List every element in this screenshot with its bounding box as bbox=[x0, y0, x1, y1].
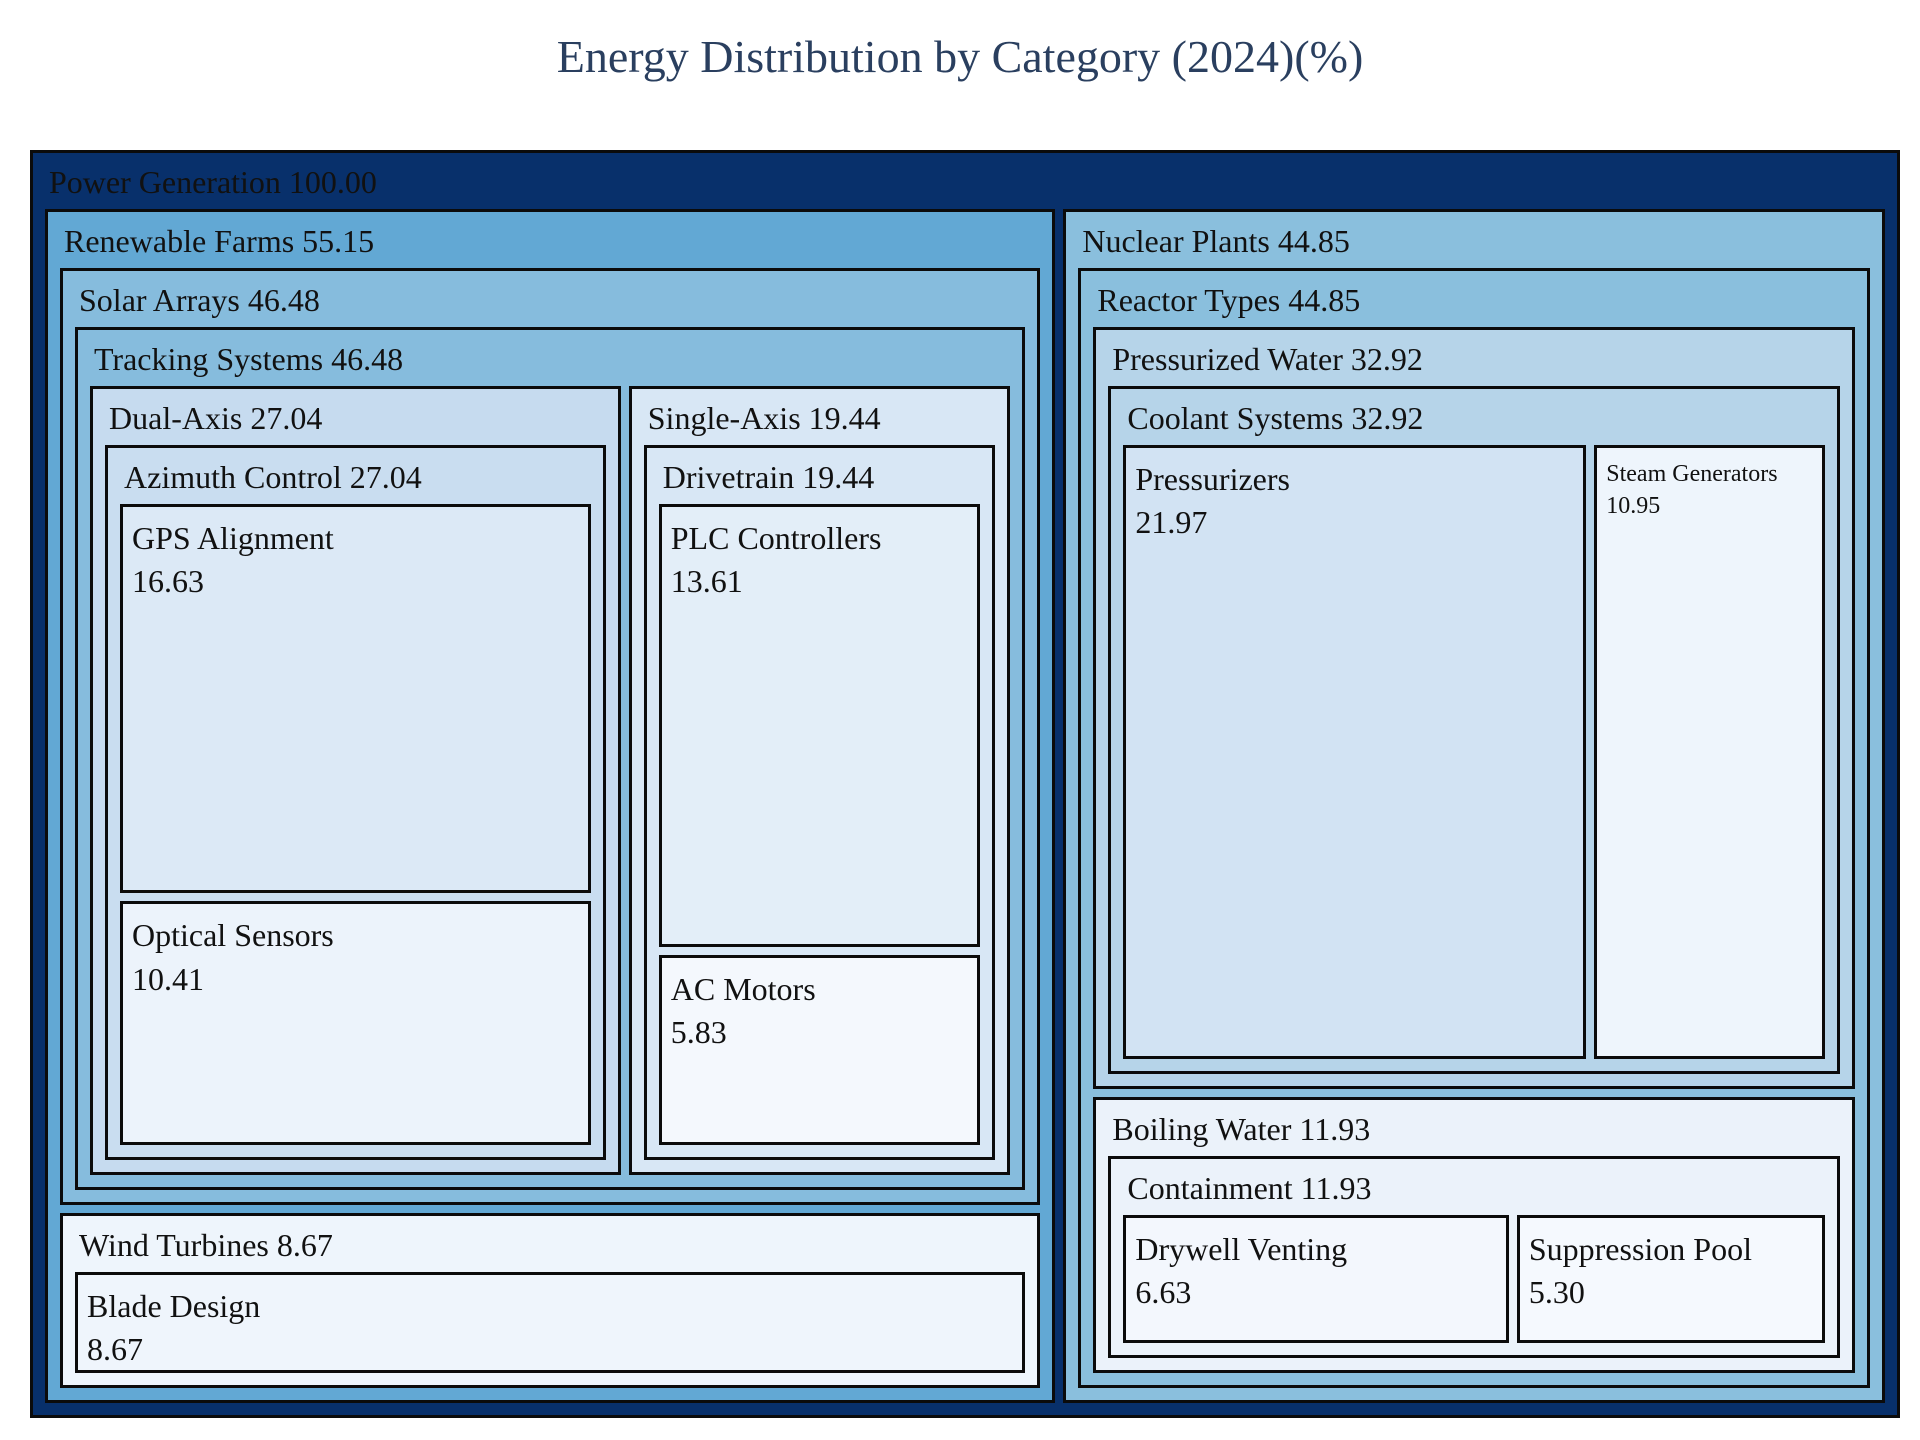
treemap-node-steam-generators[interactable]: Steam Generators 10.95 bbox=[1594, 445, 1825, 1059]
node-name: Pressurized Water bbox=[1112, 341, 1343, 377]
treemap-node-plc-controllers[interactable]: PLC Controllers 13.61 bbox=[658, 504, 981, 948]
treemap-label: Containment 11.93 bbox=[1127, 1167, 1371, 1210]
treemap-label: Wind Turbines 8.67 bbox=[79, 1224, 333, 1267]
node-value: 6.63 bbox=[1135, 1274, 1192, 1311]
node-name: Tracking Systems bbox=[94, 341, 324, 377]
node-name: Nuclear Plants bbox=[1082, 223, 1270, 259]
treemap-label: Single-Axis 19.44 bbox=[648, 397, 881, 440]
node-value: 32.92 bbox=[1351, 400, 1424, 436]
treemap-label: AC Motors 5.83 bbox=[671, 968, 816, 1054]
node-name: Coolant Systems bbox=[1127, 400, 1344, 436]
treemap-label: Solar Arrays 46.48 bbox=[79, 279, 320, 322]
node-value: 100.00 bbox=[288, 164, 377, 200]
treemap: Power Generation 100.00 Renewable Farms 5… bbox=[0, 0, 1920, 1440]
treemap-label: Steam Generators 10.95 bbox=[1606, 458, 1777, 523]
node-value: 5.83 bbox=[670, 1014, 727, 1051]
treemap-label: Dual-Axis 27.04 bbox=[109, 397, 322, 440]
treemap-node-drywell-venting[interactable]: Drywell Venting 6.63 bbox=[1123, 1214, 1509, 1343]
node-value: 19.44 bbox=[808, 400, 881, 436]
node-name: Containment bbox=[1127, 1169, 1293, 1206]
node-name: Blade Design bbox=[87, 1288, 261, 1325]
node-value: 27.04 bbox=[349, 459, 422, 495]
node-name: AC Motors bbox=[670, 971, 816, 1008]
node-value: 46.48 bbox=[247, 282, 320, 318]
node-value: 16.63 bbox=[132, 563, 204, 600]
treemap-label: Drivetrain 19.44 bbox=[663, 456, 875, 499]
treemap-label: Tracking Systems 46.48 bbox=[94, 338, 403, 381]
treemap-label: Power Generation 100.00 bbox=[49, 161, 377, 204]
node-value: 21.97 bbox=[1135, 504, 1208, 541]
node-name: Wind Turbines bbox=[79, 1227, 269, 1264]
node-name: Drivetrain bbox=[662, 459, 795, 495]
node-value: 19.44 bbox=[802, 459, 875, 495]
node-name: Drywell Venting bbox=[1135, 1230, 1348, 1267]
node-name: Suppression Pool bbox=[1528, 1230, 1752, 1267]
treemap-label: Boiling Water 11.93 bbox=[1112, 1108, 1370, 1151]
treemap-label: Azimuth Control 27.04 bbox=[124, 456, 422, 499]
node-name: Renewable Farms bbox=[64, 223, 295, 259]
node-value: 27.04 bbox=[250, 400, 323, 436]
treemap-label: Pressurized Water 32.92 bbox=[1112, 338, 1423, 381]
node-value: 8.67 bbox=[276, 1227, 333, 1264]
treemap-label: Drywell Venting 6.63 bbox=[1135, 1228, 1347, 1314]
node-name: Boiling Water bbox=[1112, 1110, 1292, 1147]
treemap-label: Reactor Types 44.85 bbox=[1097, 279, 1360, 322]
node-value: 32.92 bbox=[1350, 341, 1423, 377]
node-name: Optical Sensors bbox=[132, 917, 334, 954]
treemap-label: Nuclear Plants 44.85 bbox=[1082, 220, 1350, 263]
node-name: Single-Axis bbox=[647, 400, 801, 436]
node-name: Steam Generators bbox=[1606, 461, 1778, 487]
treemap-node-pressurizers[interactable]: Pressurizers 21.97 bbox=[1123, 445, 1587, 1059]
node-name: Pressurizers bbox=[1135, 461, 1290, 497]
treemap-node-blade-design[interactable]: Blade Design 8.67 bbox=[75, 1272, 1026, 1373]
treemap-label: GPS Alignment 16.63 bbox=[132, 517, 334, 603]
node-name: Solar Arrays bbox=[79, 282, 240, 318]
treemap-node-suppression-pool[interactable]: Suppression Pool 5.30 bbox=[1516, 1214, 1825, 1343]
treemap-label: PLC Controllers 13.61 bbox=[671, 517, 882, 603]
node-value: 10.41 bbox=[132, 960, 204, 997]
node-name: Reactor Types bbox=[1097, 282, 1281, 318]
treemap-node-ac-motors[interactable]: AC Motors 5.83 bbox=[658, 955, 981, 1146]
node-value: 13.61 bbox=[670, 563, 743, 600]
node-name: GPS Alignment bbox=[132, 520, 334, 556]
node-name: Azimuth Control bbox=[124, 459, 342, 495]
treemap-label: Coolant Systems 32.92 bbox=[1127, 397, 1423, 440]
node-name: Power Generation bbox=[49, 164, 281, 200]
node-value: 8.67 bbox=[87, 1331, 143, 1368]
node-value: 5.30 bbox=[1528, 1274, 1585, 1311]
treemap-node-optical-sensors[interactable]: Optical Sensors 10.41 bbox=[120, 901, 591, 1146]
node-value: 11.93 bbox=[1299, 1110, 1371, 1147]
node-value: 44.85 bbox=[1288, 282, 1361, 318]
node-value: 11.93 bbox=[1300, 1169, 1372, 1206]
node-name: Dual-Axis bbox=[109, 400, 243, 436]
node-value: 55.15 bbox=[302, 223, 375, 259]
treemap-label: Blade Design 8.67 bbox=[87, 1285, 261, 1370]
node-name: PLC Controllers bbox=[670, 520, 882, 556]
treemap-node-gps-alignment[interactable]: GPS Alignment 16.63 bbox=[120, 504, 591, 894]
treemap-label: Renewable Farms 55.15 bbox=[64, 220, 374, 263]
node-value: 10.95 bbox=[1606, 493, 1661, 520]
treemap-label: Pressurizers 21.97 bbox=[1135, 458, 1290, 544]
treemap-label: Optical Sensors 10.41 bbox=[132, 914, 334, 1000]
node-value: 46.48 bbox=[331, 341, 404, 377]
treemap-label: Suppression Pool 5.30 bbox=[1529, 1228, 1752, 1314]
node-value: 44.85 bbox=[1277, 223, 1350, 259]
